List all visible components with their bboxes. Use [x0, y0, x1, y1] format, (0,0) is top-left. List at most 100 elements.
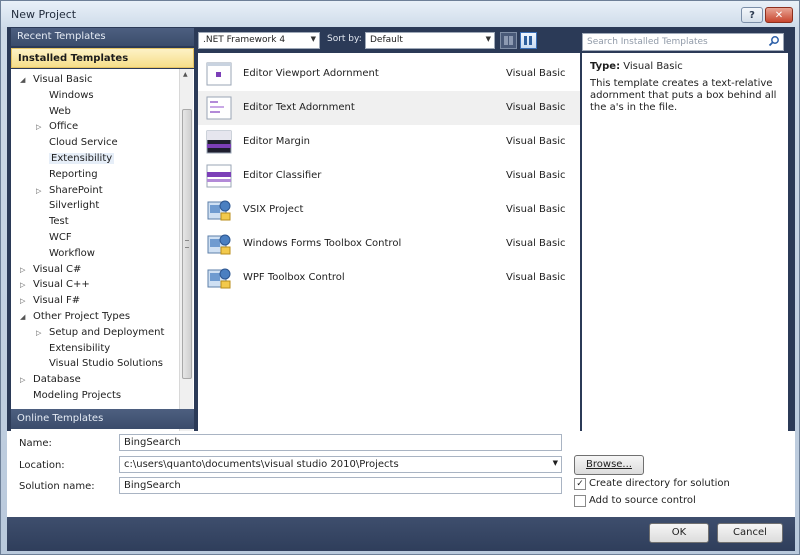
search-icon[interactable]	[768, 35, 780, 47]
scroll-thumb[interactable]	[182, 109, 192, 379]
collapse-arrow-icon[interactable]: ▷	[20, 297, 25, 305]
location-field-value: c:\users\quanto\documents\visual studio …	[124, 459, 399, 470]
framework-select-value: .NET Framework 4	[203, 35, 286, 45]
template-row[interactable]: Editor Text Adornment Visual Basic	[198, 91, 580, 125]
location-label: Location:	[19, 460, 65, 471]
template-language: Visual Basic	[506, 272, 566, 283]
tree-item[interactable]: Windows	[49, 90, 94, 101]
collapse-arrow-icon[interactable]: ▷	[36, 187, 41, 195]
source-control-checkbox[interactable]	[574, 495, 586, 507]
solution-name-field[interactable]: BingSearch	[119, 477, 562, 494]
recent-templates-header[interactable]: Recent Templates	[11, 28, 194, 46]
tree-item[interactable]: Database	[33, 374, 81, 385]
collapse-arrow-icon[interactable]: ▷	[20, 266, 25, 274]
name-field-value: BingSearch	[124, 437, 181, 448]
small-icons-view-button[interactable]	[500, 32, 517, 49]
scroll-up-arrow-icon[interactable]: ▲	[183, 71, 188, 78]
template-name: Editor Margin	[243, 136, 310, 147]
online-templates-header[interactable]: Online Templates	[11, 409, 194, 429]
chevron-down-icon: ▼	[485, 35, 491, 43]
tree-item[interactable]: Reporting	[49, 169, 98, 180]
template-toolbar: .NET Framework 4 ▼ Sort by: Default ▼	[198, 31, 580, 51]
template-name: Windows Forms Toolbox Control	[243, 238, 402, 249]
template-row[interactable]: VSIX Project Visual Basic	[198, 193, 580, 227]
framework-select[interactable]: .NET Framework 4 ▼	[198, 32, 320, 49]
collapse-arrow-icon[interactable]: ▷	[20, 281, 25, 289]
text-adornment-icon	[206, 96, 232, 120]
template-name: VSIX Project	[243, 204, 304, 215]
type-value: Visual Basic	[623, 61, 683, 72]
tree-item[interactable]: Cloud Service	[49, 137, 118, 148]
chevron-down-icon[interactable]: ▼	[553, 459, 558, 467]
vsix-project-icon	[206, 198, 232, 222]
create-directory-label[interactable]: Create directory for solution	[589, 478, 730, 489]
browse-button[interactable]: Browse...	[574, 455, 644, 475]
template-language: Visual Basic	[506, 68, 566, 79]
template-row[interactable]: WPF Toolbox Control Visual Basic	[198, 261, 580, 295]
tree-item[interactable]: SharePoint	[49, 185, 103, 196]
checkmark-icon: ✓	[576, 479, 584, 489]
create-directory-checkbox[interactable]: ✓	[574, 478, 586, 490]
template-name: WPF Toolbox Control	[243, 272, 345, 283]
small-icons-icon	[504, 36, 513, 45]
winforms-toolbox-icon	[206, 232, 232, 256]
sortby-select-value: Default	[370, 35, 403, 45]
tree-item[interactable]: Office	[49, 121, 78, 132]
type-line: Type: Visual Basic	[590, 61, 780, 72]
tree-item[interactable]: Visual F#	[33, 295, 80, 306]
tree-item[interactable]: Visual Basic	[33, 74, 93, 85]
expand-arrow-icon[interactable]: ◢	[20, 313, 25, 321]
window-title: New Project	[11, 8, 77, 21]
tree-item[interactable]: Test	[49, 216, 69, 227]
button-bar: OK Cancel	[7, 517, 795, 551]
tree-item[interactable]: Web	[49, 106, 71, 117]
template-row[interactable]: Editor Classifier Visual Basic	[198, 159, 580, 193]
template-name: Editor Text Adornment	[243, 102, 355, 113]
template-row[interactable]: Windows Forms Toolbox Control Visual Basi…	[198, 227, 580, 261]
sortby-select[interactable]: Default ▼	[365, 32, 495, 49]
template-language: Visual Basic	[506, 136, 566, 147]
tree-item[interactable]: Setup and Deployment	[49, 327, 164, 338]
editor-margin-icon	[206, 130, 232, 154]
collapse-arrow-icon[interactable]: ▷	[20, 376, 25, 384]
template-row[interactable]: Editor Viewport Adornment Visual Basic	[198, 57, 580, 91]
solution-name-value: BingSearch	[124, 480, 181, 491]
template-name: Editor Classifier	[243, 170, 322, 181]
template-row[interactable]: Editor Margin Visual Basic	[198, 125, 580, 159]
source-control-label[interactable]: Add to source control	[589, 495, 696, 506]
tree-item[interactable]: Modeling Projects	[33, 390, 121, 401]
chevron-down-icon: ▼	[310, 35, 316, 43]
expand-arrow-icon[interactable]: ◢	[20, 76, 25, 84]
project-settings-form: Name: BingSearch Location: c:\users\quan…	[7, 431, 795, 517]
template-list: Editor Viewport Adornment Visual Basic Edi…	[198, 53, 580, 431]
tree-item[interactable]: Silverlight	[49, 200, 99, 211]
name-field[interactable]: BingSearch	[119, 434, 562, 451]
tree-item[interactable]: WCF	[49, 232, 72, 243]
tree-item[interactable]: Extensibility	[49, 153, 115, 164]
template-language: Visual Basic	[506, 204, 566, 215]
help-button[interactable]: ?	[741, 7, 763, 23]
viewport-adornment-icon	[206, 62, 232, 86]
tree-item[interactable]: Visual C++	[33, 279, 90, 290]
tree-item[interactable]: Extensibility	[49, 343, 110, 354]
collapse-arrow-icon[interactable]: ▷	[36, 329, 41, 337]
close-button[interactable]: ✕	[765, 7, 793, 23]
tree-item[interactable]: Visual C#	[33, 264, 81, 275]
search-input[interactable]: Search Installed Templates	[582, 33, 784, 51]
location-field[interactable]: c:\users\quanto\documents\visual studio …	[119, 456, 562, 473]
tree-item[interactable]: Workflow	[49, 248, 95, 259]
tree-item[interactable]: Other Project Types	[33, 311, 130, 322]
ok-button[interactable]: OK	[649, 523, 709, 543]
template-description: This template creates a text-relative ad…	[590, 78, 777, 113]
collapse-arrow-icon[interactable]: ▷	[36, 123, 41, 131]
medium-icons-view-button[interactable]	[520, 32, 537, 49]
template-language: Visual Basic	[506, 238, 566, 249]
solution-name-label: Solution name:	[19, 481, 95, 492]
installed-templates-header[interactable]: Installed Templates	[11, 48, 194, 68]
template-language: Visual Basic	[506, 102, 566, 113]
medium-icons-icon	[524, 36, 532, 45]
tree-item[interactable]: Visual Studio Solutions	[49, 358, 163, 369]
browse-button-label: Browse...	[586, 459, 632, 470]
cancel-button[interactable]: Cancel	[717, 523, 783, 543]
tree-scrollbar[interactable]: ▲ ▼	[179, 69, 193, 431]
